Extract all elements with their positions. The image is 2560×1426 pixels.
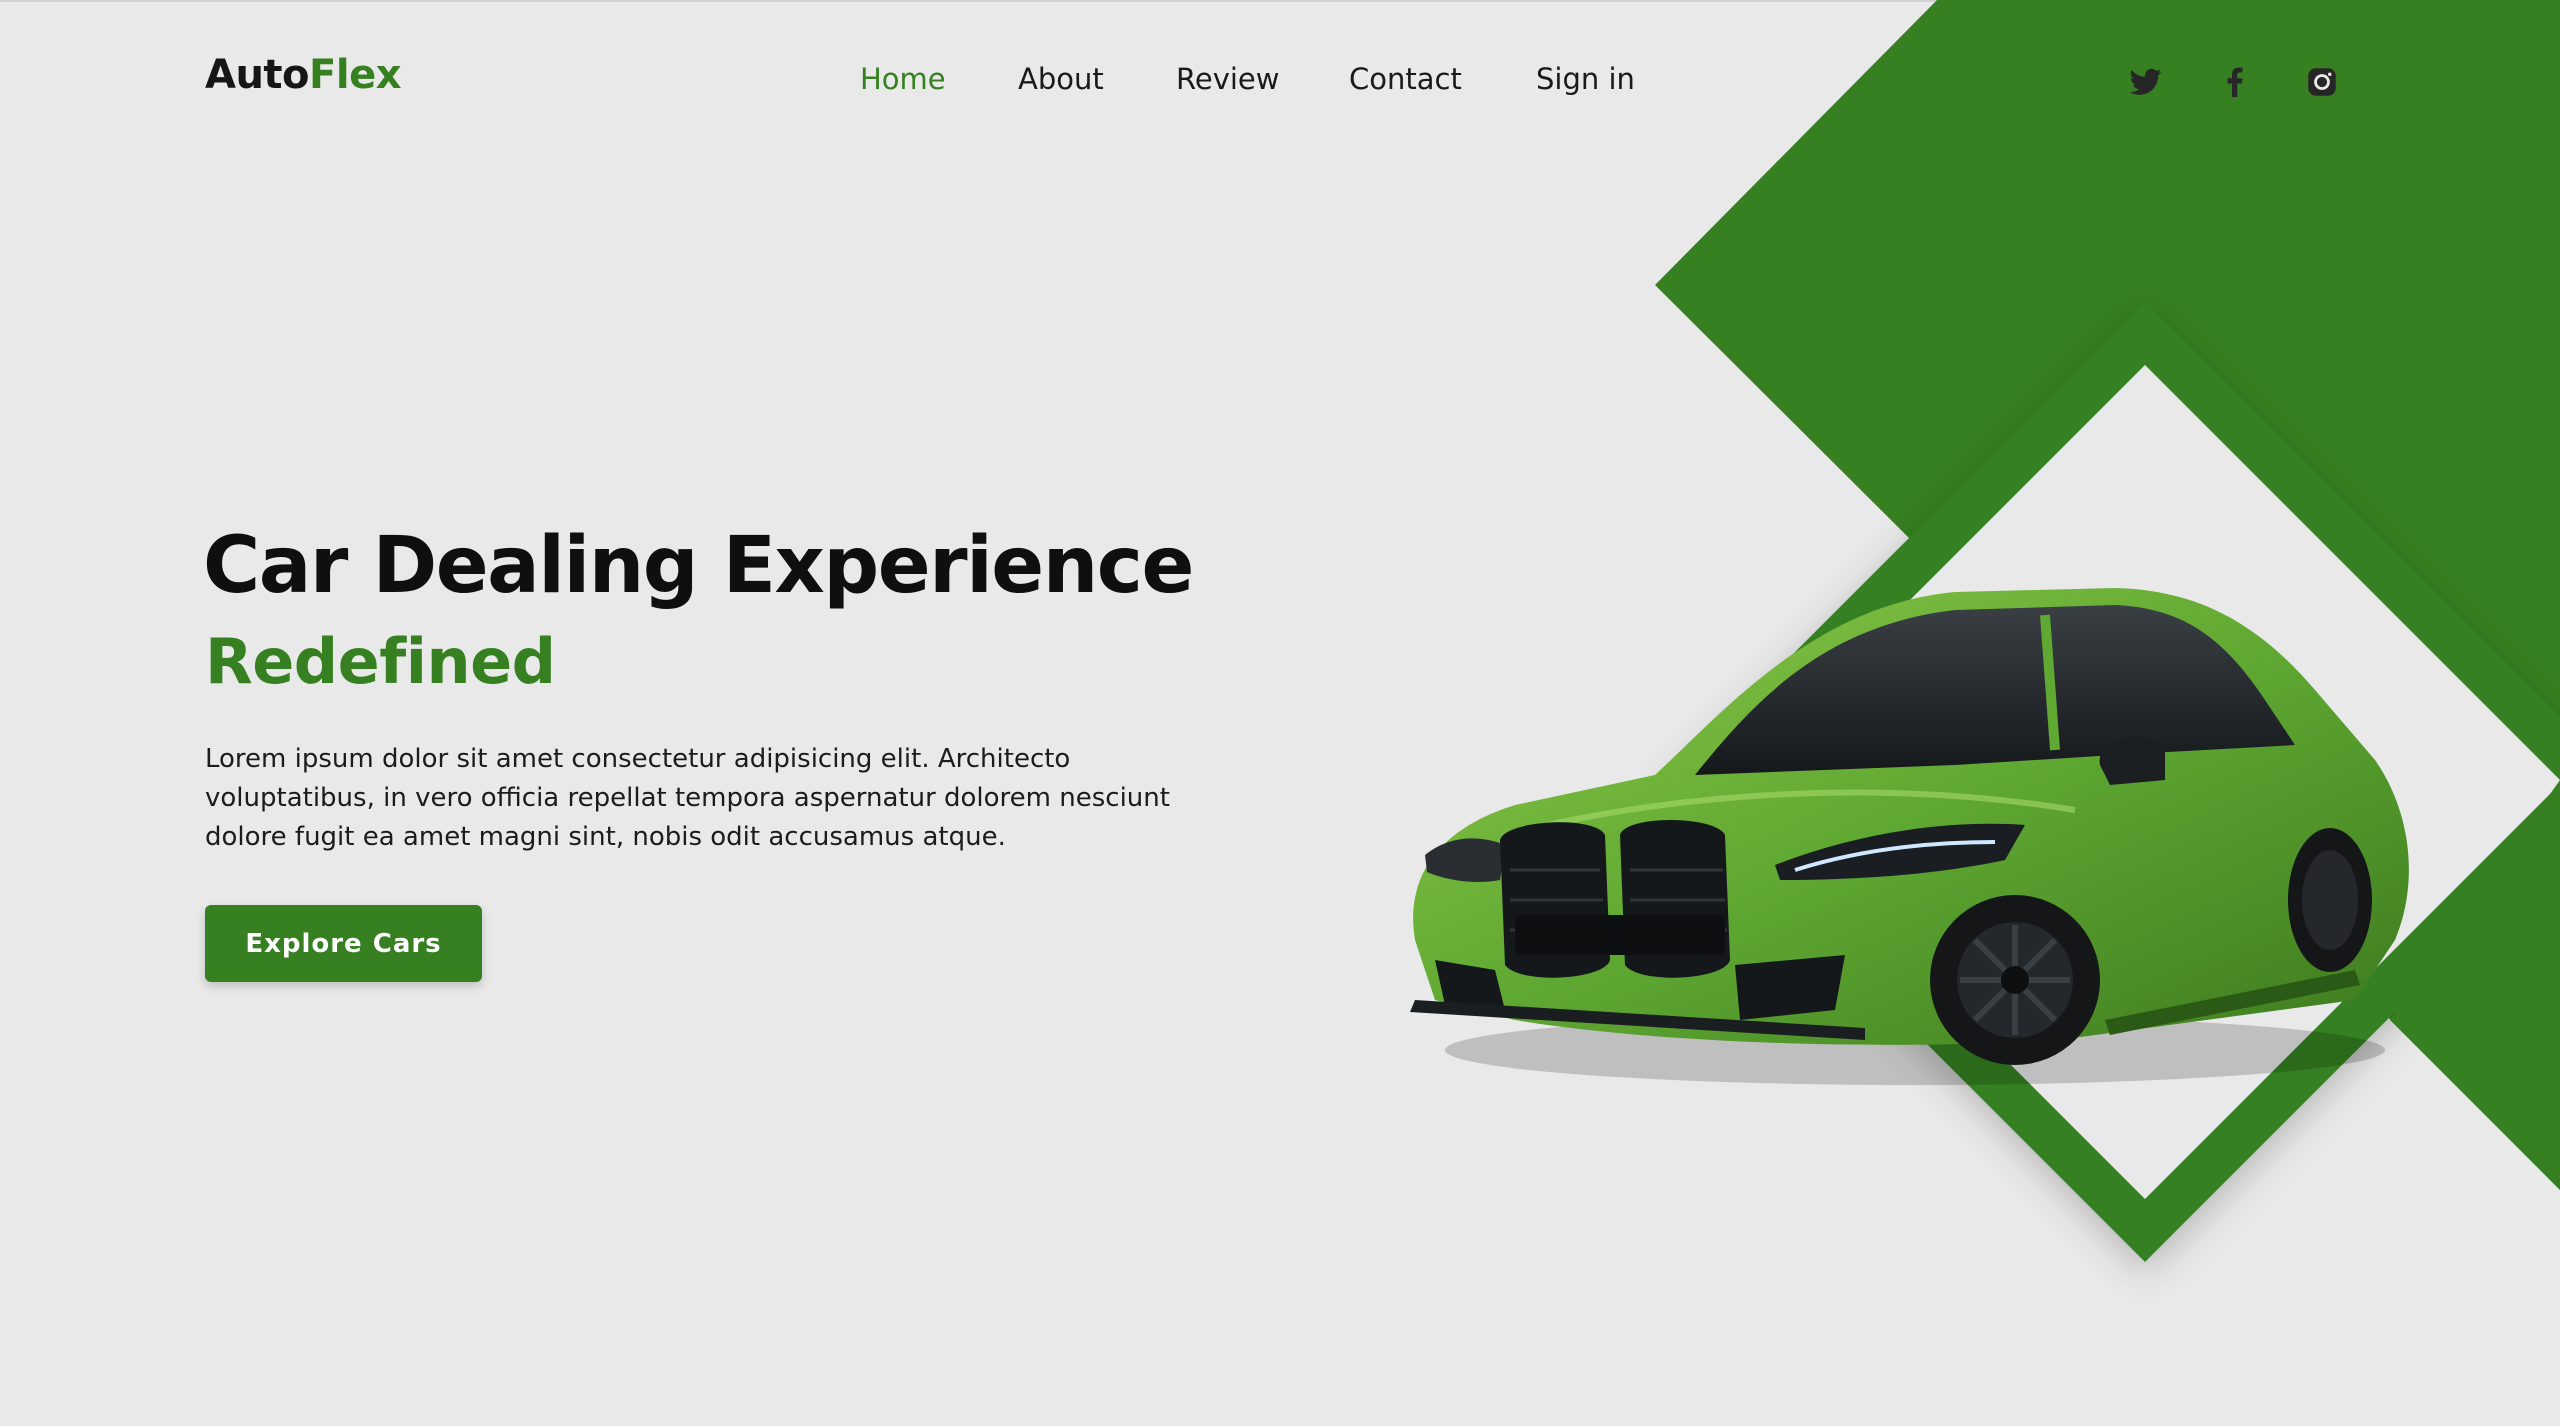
hero-description: Lorem ipsum dolor sit amet consectetur a…	[205, 744, 1170, 852]
hero-title: Car Dealing Experience	[203, 521, 1194, 611]
facebook-icon[interactable]	[2217, 64, 2253, 100]
explore-cars-button[interactable]: Explore Cars	[205, 905, 482, 982]
brand-name-part1: Auto	[205, 52, 310, 98]
nav-home[interactable]: Home	[860, 62, 946, 96]
brand-name-part2: Flex	[309, 52, 402, 98]
instagram-icon[interactable]	[2304, 64, 2340, 100]
nav-review[interactable]: Review	[1176, 62, 1279, 96]
twitter-icon[interactable]	[2128, 64, 2164, 100]
hero-car-image	[1410, 588, 2409, 1085]
landing-page: AutoFlex Home About Review Contact Sign …	[0, 0, 2560, 1426]
nav-about[interactable]: About	[1018, 62, 1104, 96]
nav-contact[interactable]: Contact	[1349, 62, 1462, 96]
nav-sign-in[interactable]: Sign in	[1536, 62, 1635, 96]
brand-logo[interactable]: AutoFlex	[205, 52, 402, 98]
hero-subtitle: Redefined	[205, 625, 556, 698]
